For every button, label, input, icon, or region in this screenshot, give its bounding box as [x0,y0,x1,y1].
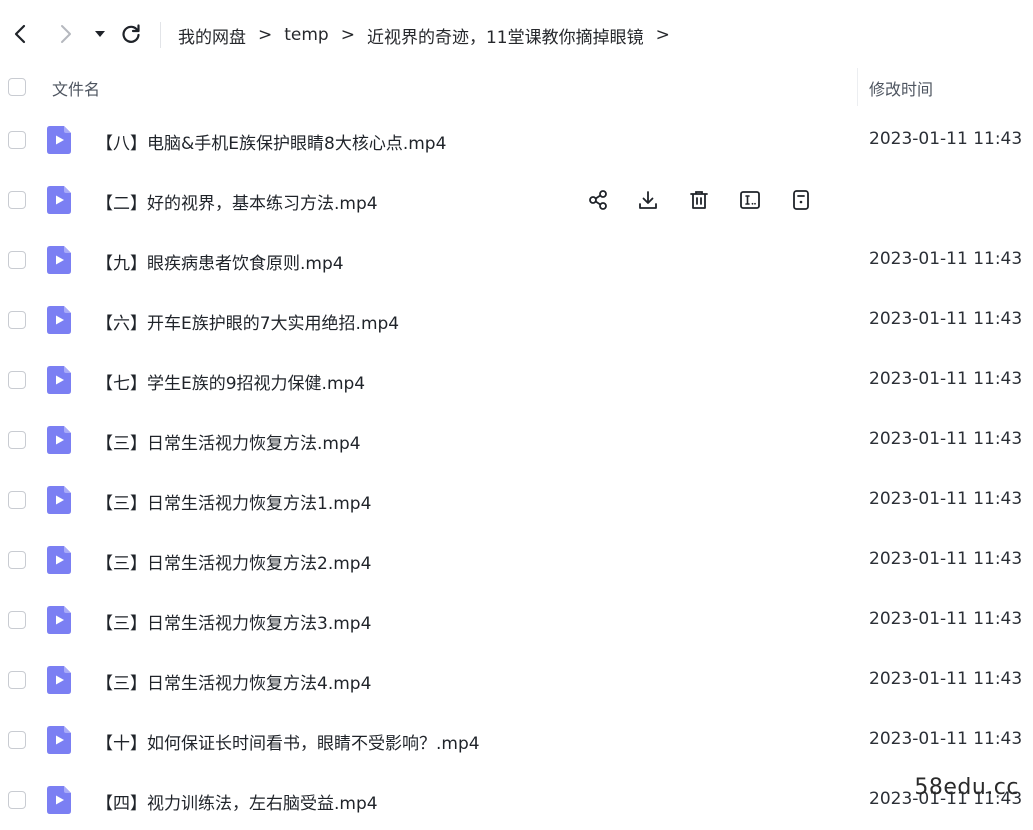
file-name[interactable]: 【八】电脑&手机E族保护眼睛8大核心点.mp4 [96,129,446,154]
column-divider[interactable] [857,68,858,106]
video-file-icon [47,126,71,154]
video-file-icon [47,726,71,754]
file-row[interactable]: 【三】日常生活视力恢复方法1.mp4 2023-01-11 11:43 [0,470,1033,530]
row-checkbox[interactable] [8,731,26,749]
file-row[interactable]: 【八】电脑&手机E族保护眼睛8大核心点.mp4 2023-01-11 11:43 [0,110,1033,170]
row-checkbox[interactable] [8,371,26,389]
breadcrumb-item-current[interactable]: 近视界的奇迹，11堂课教你摘掉眼镜 [367,23,644,48]
share-icon[interactable] [586,186,610,214]
file-row[interactable]: 【四】视力训练法，左右脑受益.mp4 2023-01-11 11:43 [0,770,1033,830]
file-row[interactable]: 【六】开车E族护眼的7大实用绝招.mp4 2023-01-11 11:43 [0,290,1033,350]
row-checkbox[interactable] [8,131,26,149]
file-modified-time: 2023-01-11 11:43 [869,309,1023,329]
file-modified-time: 2023-01-11 11:43 [869,369,1023,389]
row-checkbox[interactable] [8,311,26,329]
refresh-icon [122,24,140,43]
column-header-name[interactable]: 文件名 [52,76,100,100]
rename-icon[interactable] [738,186,762,214]
toolbar-divider [160,22,161,48]
delete-icon[interactable] [687,186,711,214]
breadcrumb-separator: > [340,25,355,45]
file-name[interactable]: 【六】开车E族护眼的7大实用绝招.mp4 [96,309,399,334]
refresh-button[interactable] [116,19,146,49]
video-file-icon [47,366,71,394]
file-row[interactable]: 【三】日常生活视力恢复方法.mp4 2023-01-11 11:43 [0,410,1033,470]
file-modified-time: 2023-01-11 11:43 [869,489,1023,509]
file-row[interactable]: 【七】学生E族的9招视力保健.mp4 2023-01-11 11:43 [0,350,1033,410]
video-file-icon [47,606,71,634]
row-checkbox[interactable] [8,191,26,209]
breadcrumb-separator[interactable]: > [656,25,670,45]
file-name[interactable]: 【七】学生E族的9招视力保健.mp4 [96,369,365,394]
file-modified-time: 2023-01-11 11:43 [869,549,1023,569]
file-name[interactable]: 【四】视力训练法，左右脑受益.mp4 [96,789,378,814]
download-icon[interactable] [636,186,660,214]
file-modified-time: 2023-01-11 11:43 [869,609,1023,629]
breadcrumb-separator: > [258,25,273,45]
file-name[interactable]: 【三】日常生活视力恢复方法4.mp4 [96,669,371,694]
column-header-modified-time[interactable]: 修改时间 [869,76,933,100]
forward-button[interactable] [51,19,81,49]
file-name[interactable]: 【三】日常生活视力恢复方法.mp4 [96,429,361,454]
video-file-icon [47,246,71,274]
file-modified-time: 2023-01-11 11:43 [869,429,1023,449]
row-checkbox[interactable] [8,551,26,569]
video-file-icon [47,666,71,694]
chevron-left-icon [14,24,26,44]
row-checkbox[interactable] [8,251,26,269]
video-file-icon [47,786,71,814]
row-checkbox[interactable] [8,611,26,629]
video-file-icon [47,486,71,514]
file-row[interactable]: 【三】日常生活视力恢复方法4.mp4 2023-01-11 11:43 [0,650,1033,710]
file-row[interactable]: 【九】眼疾病患者饮食原则.mp4 2023-01-11 11:43 [0,230,1033,290]
file-name[interactable]: 【三】日常生活视力恢复方法3.mp4 [96,609,371,634]
caret-down-icon [95,31,105,37]
row-checkbox[interactable] [8,491,26,509]
file-modified-time: 2023-01-11 11:43 [869,129,1023,149]
select-all-checkbox[interactable] [8,78,26,96]
file-name[interactable]: 【三】日常生活视力恢复方法1.mp4 [96,489,371,514]
video-file-icon [47,426,71,454]
file-row[interactable]: 【三】日常生活视力恢复方法3.mp4 2023-01-11 11:43 [0,590,1033,650]
breadcrumb-item-root[interactable]: 我的网盘 [178,23,246,48]
chevron-right-icon [61,25,71,43]
file-modified-time: 2023-01-11 11:43 [869,669,1023,689]
file-row[interactable]: 【三】日常生活视力恢复方法2.mp4 2023-01-11 11:43 [0,530,1033,590]
video-file-icon [47,306,71,334]
row-checkbox[interactable] [8,791,26,809]
detail-icon[interactable] [789,186,813,214]
video-file-icon [47,186,71,214]
breadcrumb-item-temp[interactable]: temp [284,25,328,45]
video-file-icon [47,546,71,574]
back-button[interactable] [5,19,35,49]
file-name[interactable]: 【九】眼疾病患者饮食原则.mp4 [96,249,344,274]
toolbar: 我的网盘 > temp > 近视界的奇迹，11堂课教你摘掉眼镜 > [0,0,1033,68]
file-row[interactable]: 【十】如何保证长时间看书，眼睛不受影响？.mp4 2023-01-11 11:43 [0,710,1033,770]
row-checkbox[interactable] [8,431,26,449]
file-row[interactable]: 【二】好的视界，基本练习方法.mp4 [0,170,1033,230]
file-name[interactable]: 【十】如何保证长时间看书，眼睛不受影响？.mp4 [96,729,480,754]
history-dropdown-button[interactable] [86,19,114,49]
file-name[interactable]: 【二】好的视界，基本练习方法.mp4 [96,189,378,214]
watermark: 58edu.cc [914,775,1019,800]
file-name[interactable]: 【三】日常生活视力恢复方法2.mp4 [96,549,371,574]
file-modified-time: 2023-01-11 11:43 [869,249,1023,269]
file-list-header: 文件名 修改时间 [0,68,1033,106]
file-modified-time: 2023-01-11 11:43 [869,729,1023,749]
row-checkbox[interactable] [8,671,26,689]
breadcrumb: 我的网盘 > temp > 近视界的奇迹，11堂课教你摘掉眼镜 > [178,21,682,49]
